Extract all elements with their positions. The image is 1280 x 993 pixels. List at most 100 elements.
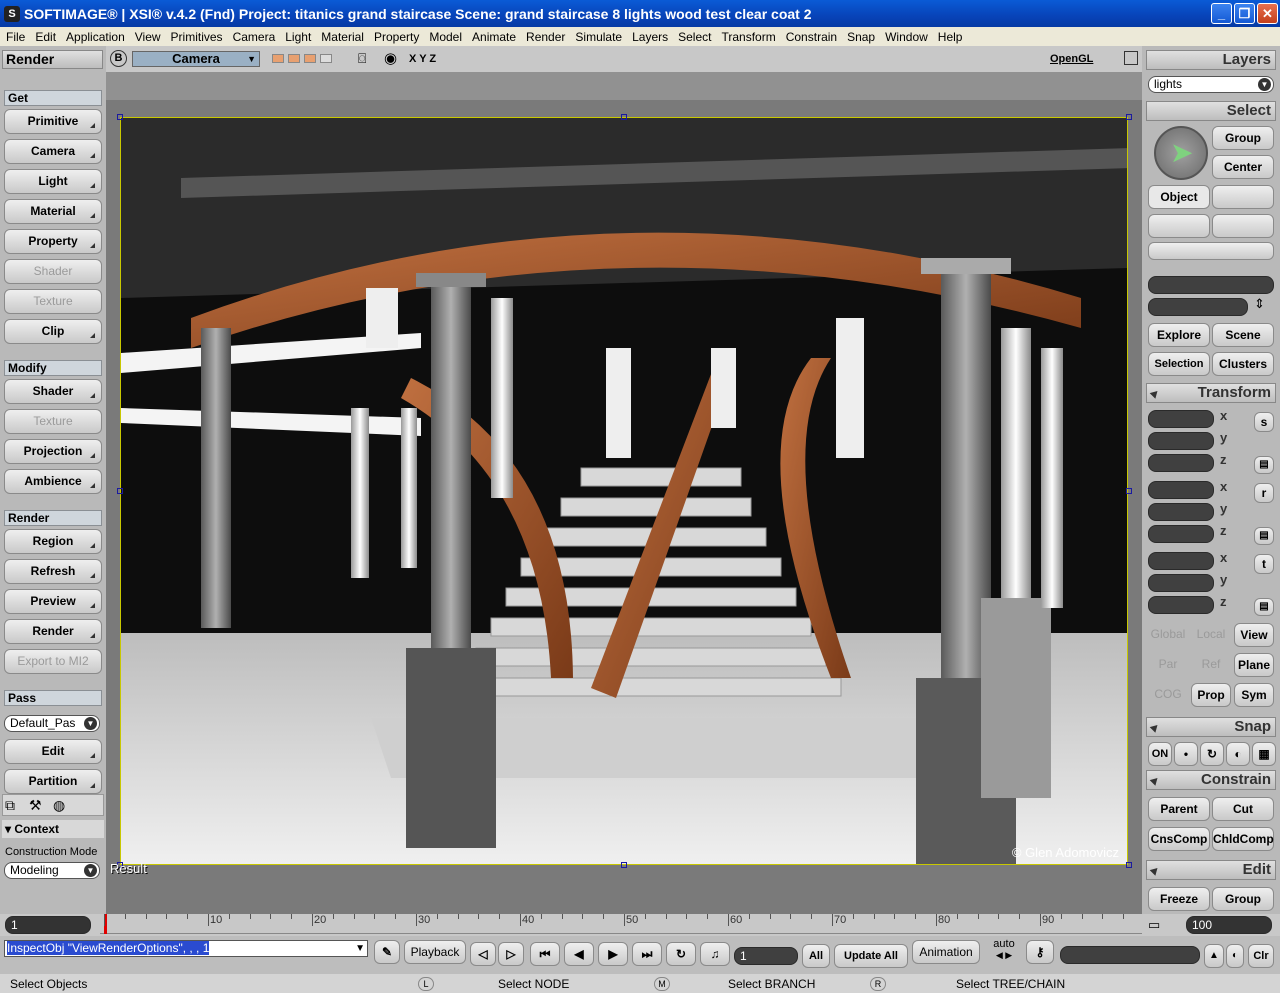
- menu-select[interactable]: Select: [674, 30, 717, 44]
- script-editor-icon[interactable]: ✎: [374, 940, 400, 964]
- menu-render[interactable]: Render: [522, 30, 571, 44]
- menu-animate[interactable]: Animate: [468, 30, 522, 44]
- group-button[interactable]: Group: [1212, 126, 1274, 150]
- button-projection[interactable]: Projection: [4, 439, 102, 464]
- select-arrow-button[interactable]: ➤: [1154, 126, 1208, 180]
- filter-arrows-icon[interactable]: ⇕: [1254, 296, 1265, 312]
- ref-button-cog[interactable]: COG: [1148, 683, 1188, 707]
- button-texture[interactable]: Texture: [4, 289, 102, 314]
- play-forward-icon[interactable]: ▶: [598, 942, 628, 966]
- snap-on-button[interactable]: ON: [1148, 742, 1172, 766]
- snap-surface-icon[interactable]: ◐: [1226, 742, 1250, 766]
- palette-tool-icon[interactable]: ◍: [53, 797, 65, 814]
- display-swatch-3[interactable]: [304, 54, 316, 63]
- button-refresh[interactable]: Refresh: [4, 559, 102, 584]
- timeline-start-field[interactable]: 1: [5, 916, 91, 934]
- camera-icon[interactable]: ⌼: [358, 50, 366, 67]
- menu-constrain[interactable]: Constrain: [782, 30, 843, 44]
- cnscomp-button[interactable]: CnsComp: [1148, 827, 1210, 851]
- ref-button-view[interactable]: View: [1234, 623, 1274, 647]
- timeline-ruler[interactable]: 10 20 30 40 50 60 70 80 90: [100, 914, 1142, 934]
- menu-application[interactable]: Application: [62, 30, 131, 44]
- audio-icon[interactable]: ♫: [700, 942, 730, 966]
- menu-primitives[interactable]: Primitives: [167, 30, 229, 44]
- timeline[interactable]: 1 10 20 30 40 50 60 70 80 90 ▭ 100: [0, 914, 1280, 936]
- axis-label-z[interactable]: z: [1220, 523, 1227, 538]
- display-swatch-1[interactable]: [272, 54, 284, 63]
- snap-curve-icon[interactable]: ↻: [1200, 742, 1224, 766]
- ref-button-local[interactable]: Local: [1191, 623, 1231, 647]
- axis-label-x[interactable]: x: [1220, 408, 1227, 423]
- selection-filter-field[interactable]: [1148, 298, 1248, 316]
- ref-button-par[interactable]: Par: [1148, 653, 1188, 677]
- close-icon[interactable]: ✕: [1257, 3, 1278, 24]
- menu-camera[interactable]: Camera: [229, 30, 282, 44]
- clear-key-button[interactable]: Clr: [1248, 944, 1274, 968]
- menu-help[interactable]: Help: [934, 30, 969, 44]
- menu-transform[interactable]: Transform: [717, 30, 781, 44]
- axis-label-y[interactable]: y: [1220, 430, 1227, 445]
- menu-snap[interactable]: Snap: [843, 30, 881, 44]
- snap-grid-icon[interactable]: ▦: [1252, 742, 1276, 766]
- section-render[interactable]: Render: [4, 510, 102, 526]
- section-pass[interactable]: Pass: [4, 690, 102, 706]
- button-light[interactable]: Light: [4, 169, 102, 194]
- region-handle-r[interactable]: [1126, 488, 1132, 494]
- next-frame-icon[interactable]: ▷: [498, 942, 524, 966]
- selection-button[interactable]: Selection: [1148, 352, 1210, 376]
- section-get[interactable]: Get: [4, 90, 102, 106]
- current-frame-field[interactable]: 1: [734, 947, 798, 965]
- viewport[interactable]: © Glen Adomovicz Result: [106, 72, 1142, 914]
- viewport-b-button[interactable]: B: [110, 50, 127, 67]
- region-handle-br[interactable]: [1126, 862, 1132, 868]
- transform-r-icon[interactable]: r: [1254, 483, 1274, 503]
- axis-label-x[interactable]: x: [1220, 550, 1227, 565]
- transform-field-s-y[interactable]: [1148, 432, 1214, 450]
- button-clip[interactable]: Clip: [4, 319, 102, 344]
- layers-dropdown[interactable]: lights ▼: [1148, 76, 1274, 93]
- animation-button[interactable]: Animation: [912, 940, 980, 964]
- chldcomp-button[interactable]: ChldComp: [1212, 827, 1274, 851]
- menu-file[interactable]: File: [2, 30, 31, 44]
- axis-label-z[interactable]: z: [1220, 452, 1227, 467]
- transform-lock-icon[interactable]: ▤: [1254, 456, 1274, 474]
- object-tool-icon[interactable]: ⧉: [5, 797, 15, 814]
- update-all-button[interactable]: Update All: [834, 944, 908, 968]
- region-handle-l[interactable]: [117, 488, 123, 494]
- section-modify[interactable]: Modify: [4, 360, 102, 376]
- center-button[interactable]: Center: [1212, 155, 1274, 179]
- transform-lock-icon[interactable]: ▤: [1254, 527, 1274, 545]
- cut-button[interactable]: Cut: [1212, 797, 1274, 821]
- transform-field-s-z[interactable]: [1148, 454, 1214, 472]
- menu-window[interactable]: Window: [881, 30, 934, 44]
- display-swatch-2[interactable]: [288, 54, 300, 63]
- button-preview[interactable]: Preview: [4, 589, 102, 614]
- menu-property[interactable]: Property: [370, 30, 425, 44]
- select-slot-4[interactable]: [1148, 242, 1274, 260]
- command-line-field[interactable]: InspectObj "ViewRenderOptions", , , 1 ▼: [4, 940, 368, 957]
- region-handle-b[interactable]: [621, 862, 627, 868]
- maximize-viewport-icon[interactable]: [1124, 51, 1138, 65]
- select-slot-2[interactable]: [1148, 214, 1210, 238]
- parent-button[interactable]: Parent: [1148, 797, 1210, 821]
- explore-button[interactable]: Explore: [1148, 323, 1210, 347]
- ref-button-plane[interactable]: Plane: [1234, 653, 1274, 677]
- edit-header[interactable]: Edit: [1146, 860, 1276, 880]
- region-handle-tr[interactable]: [1126, 114, 1132, 120]
- button-material[interactable]: Material: [4, 199, 102, 224]
- select-slot-3[interactable]: [1212, 214, 1274, 238]
- transform-header[interactable]: Transform: [1146, 383, 1276, 403]
- select-header[interactable]: Select: [1146, 101, 1276, 121]
- axis-label-y[interactable]: y: [1220, 572, 1227, 587]
- transform-t-icon[interactable]: t: [1254, 554, 1274, 574]
- snap-header[interactable]: Snap: [1146, 717, 1276, 737]
- auto-key-toggle[interactable]: auto ◀ ▶: [986, 938, 1022, 970]
- transform-field-r-z[interactable]: [1148, 525, 1214, 543]
- freeze-button[interactable]: Freeze: [1148, 887, 1210, 911]
- key-icon[interactable]: ⚷: [1026, 940, 1054, 964]
- timeline-end-field[interactable]: 100: [1186, 916, 1272, 934]
- wand-tool-icon[interactable]: ⚒: [29, 797, 42, 814]
- construction-mode-dropdown[interactable]: Modeling ▼: [4, 862, 100, 879]
- button-edit[interactable]: Edit: [4, 739, 102, 764]
- display-mode-menu[interactable]: OpenGL: [1050, 53, 1093, 65]
